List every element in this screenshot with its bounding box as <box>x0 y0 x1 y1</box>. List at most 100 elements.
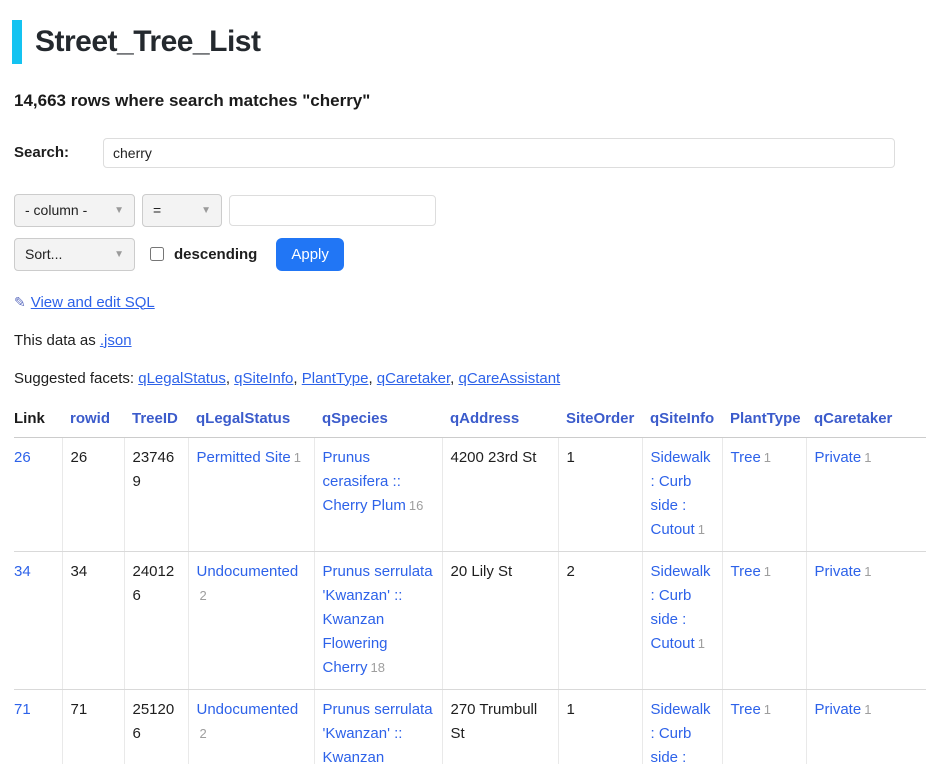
cell-treeid: 251206 <box>124 689 188 764</box>
cell-link-qcaretaker[interactable]: Private <box>815 563 862 580</box>
cell-link-qspecies[interactable]: Prunus cerasifera :: Cherry Plum <box>323 449 406 514</box>
column-header-rowid[interactable]: rowid <box>62 406 124 438</box>
cell-qlegalstatus: Undocumented 2 <box>188 689 314 764</box>
apply-button[interactable]: Apply <box>276 238 344 271</box>
column-header-link-qsiteinfo[interactable]: qSiteInfo <box>650 410 714 427</box>
cell-planttype: Tree1 <box>722 551 806 689</box>
search-form: Search: <box>14 138 926 168</box>
cell-link-qspecies[interactable]: Prunus serrulata 'Kwanzan' :: Kwanzan Fl… <box>323 701 433 764</box>
column-header-link-qcaretaker[interactable]: qCaretaker <box>814 410 892 427</box>
table-header-row: Link rowid TreeID qLegalStatus qSpecies qAddr… <box>14 406 926 438</box>
cell-qsiteinfo: Sidewalk: Curb side : Cutout1 <box>642 551 722 689</box>
cell-treeid: 240126 <box>124 551 188 689</box>
column-header-qcaretaker[interactable]: qCaretaker <box>806 406 926 438</box>
sort-select[interactable]: Sort... ▼ <box>14 238 135 271</box>
cell-link-planttype[interactable]: Tree <box>731 449 761 466</box>
facet-count-badge: 2 <box>200 726 207 741</box>
facet-count-badge: 2 <box>200 588 207 603</box>
column-header-qspecies[interactable]: qSpecies <box>314 406 442 438</box>
cell-link-link[interactable]: 71 <box>14 701 31 718</box>
facet-link-qcaretaker[interactable]: qCaretaker <box>377 370 450 387</box>
cell-qspecies: Prunus serrulata 'Kwanzan' :: Kwanzan Fl… <box>314 689 442 764</box>
cell-planttype: Tree1 <box>722 689 806 764</box>
cell-link-qsiteinfo[interactable]: Sidewalk: Curb side : Cutout <box>651 701 711 764</box>
facet-count-badge: 1 <box>698 522 705 537</box>
search-input[interactable] <box>103 138 895 168</box>
cell-siteorder: 2 <box>558 551 642 689</box>
sort-form: Sort... ▼ descending Apply <box>14 238 926 271</box>
cell-qcaretaker: Private1 <box>806 551 926 689</box>
search-label: Search: <box>14 144 103 161</box>
cell-link-planttype[interactable]: Tree <box>731 563 761 580</box>
descending-checkbox[interactable] <box>150 247 164 261</box>
filter-column-select[interactable]: - column - ▼ <box>14 194 135 227</box>
cell-link-link[interactable]: 34 <box>14 563 31 580</box>
column-header-qaddress[interactable]: qAddress <box>442 406 558 438</box>
column-header-treeid[interactable]: TreeID <box>124 406 188 438</box>
page-title: Street_Tree_List <box>12 20 926 64</box>
chevron-down-icon: ▼ <box>201 205 211 216</box>
column-header-siteorder[interactable]: SiteOrder <box>558 406 642 438</box>
cell-qaddress: 270 Trumbull St <box>442 689 558 764</box>
cell-planttype: Tree1 <box>722 437 806 551</box>
cell-qaddress: 20 Lily St <box>442 551 558 689</box>
facet-count-badge: 1 <box>764 450 771 465</box>
cell-link-link[interactable]: 26 <box>14 449 31 466</box>
column-header-link-treeid[interactable]: TreeID <box>132 410 178 427</box>
facet-link-planttype[interactable]: PlantType <box>302 370 369 387</box>
cell-link-qlegalstatus[interactable]: Permitted Site <box>197 449 291 466</box>
facet-link-qcareassistant[interactable]: qCareAssistant <box>459 370 561 387</box>
column-header-planttype[interactable]: PlantType <box>722 406 806 438</box>
cell-link-qcaretaker[interactable]: Private <box>815 701 862 718</box>
filter-value-input[interactable] <box>229 195 436 226</box>
json-link[interactable]: .json <box>100 332 132 349</box>
cell-siteorder: 1 <box>558 689 642 764</box>
cell-qcaretaker: Private1 <box>806 437 926 551</box>
table-row: 3434240126Undocumented2Prunus serrulata … <box>14 551 926 689</box>
column-header-link-rowid[interactable]: rowid <box>70 410 110 427</box>
data-as-prefix: This data as <box>14 332 100 349</box>
filter-column-value: - column - <box>25 202 87 218</box>
cell-rowid: 71 <box>62 689 124 764</box>
column-header-link-qlegalstatus[interactable]: qLegalStatus <box>196 410 290 427</box>
cell-siteorder: 1 <box>558 437 642 551</box>
facet-link-qsiteinfo[interactable]: qSiteInfo <box>234 370 293 387</box>
cell-link: 26 <box>14 437 62 551</box>
view-edit-sql-link[interactable]: View and edit SQL <box>31 294 155 311</box>
cell-rowid: 34 <box>62 551 124 689</box>
cell-link: 71 <box>14 689 62 764</box>
row-count-summary: 14,663 rows where search matches "cherry… <box>14 91 926 111</box>
column-header-link-qaddress[interactable]: qAddress <box>450 410 519 427</box>
sql-link-line: ✎View and edit SQL <box>14 294 926 311</box>
data-export-line: This data as .json <box>14 332 926 349</box>
cell-link-qlegalstatus[interactable]: Undocumented <box>197 563 299 580</box>
column-header-link-qspecies[interactable]: qSpecies <box>322 410 388 427</box>
descending-label: descending <box>174 246 257 263</box>
cell-link-qspecies[interactable]: Prunus serrulata 'Kwanzan' :: Kwanzan Fl… <box>323 563 433 676</box>
cell-qcaretaker: Private1 <box>806 689 926 764</box>
cell-link-planttype[interactable]: Tree <box>731 701 761 718</box>
page: Street_Tree_List 14,663 rows where searc… <box>0 20 940 764</box>
table-row: 2626237469Permitted Site1Prunus cerasife… <box>14 437 926 551</box>
facet-count-badge: 1 <box>698 636 705 651</box>
facet-count-badge: 1 <box>764 702 771 717</box>
column-header-link-planttype[interactable]: PlantType <box>730 410 801 427</box>
cell-rowid: 26 <box>62 437 124 551</box>
facets-prefix: Suggested facets: <box>14 370 138 387</box>
filter-operator-select[interactable]: = ▼ <box>142 194 222 227</box>
facet-links: qLegalStatus, qSiteInfo, PlantType, qCar… <box>138 370 560 387</box>
facet-count-badge: 1 <box>864 564 871 579</box>
facet-link-qlegalstatus[interactable]: qLegalStatus <box>138 370 226 387</box>
cell-link-qcaretaker[interactable]: Private <box>815 449 862 466</box>
column-header-qsiteinfo[interactable]: qSiteInfo <box>642 406 722 438</box>
chevron-down-icon: ▼ <box>114 205 124 216</box>
sort-select-value: Sort... <box>25 246 62 262</box>
column-header-qlegalstatus[interactable]: qLegalStatus <box>188 406 314 438</box>
suggested-facets-line: Suggested facets: qLegalStatus, qSiteInf… <box>14 370 926 387</box>
column-header-link: Link <box>14 406 62 438</box>
cell-qlegalstatus: Undocumented 2 <box>188 551 314 689</box>
cell-link-qlegalstatus[interactable]: Undocumented <box>197 701 299 718</box>
filter-operator-value: = <box>153 202 161 218</box>
column-header-link-siteorder[interactable]: SiteOrder <box>566 410 634 427</box>
cell-qspecies: Prunus serrulata 'Kwanzan' :: Kwanzan Fl… <box>314 551 442 689</box>
